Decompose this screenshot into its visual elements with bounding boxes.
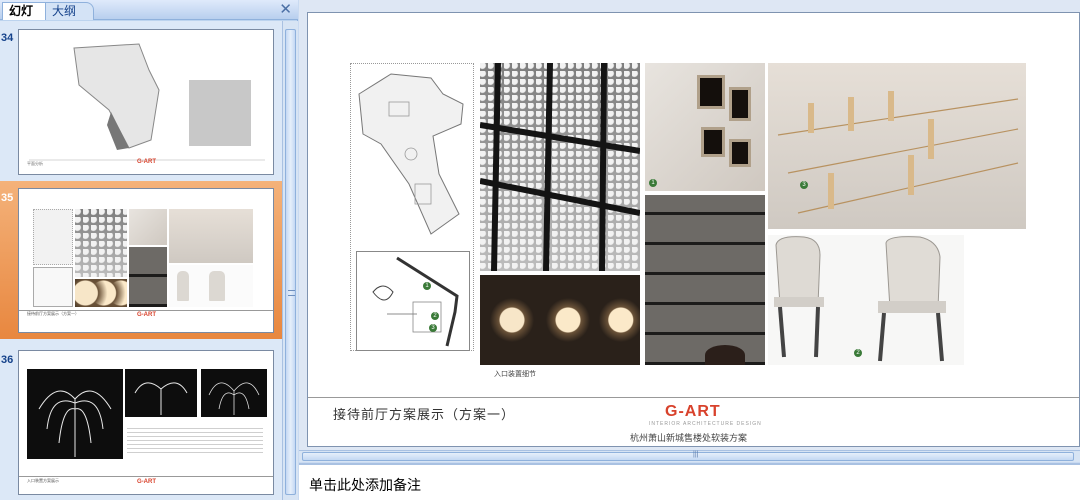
marker-badge: 3: [800, 181, 808, 189]
pendant-light-image[interactable]: 3: [768, 63, 1026, 229]
slide-thumbnail-34[interactable]: 平面分析 G-ART: [18, 29, 274, 175]
glass-bulbs-image[interactable]: [480, 275, 640, 365]
thumb-logo: G-ART: [137, 159, 156, 165]
framed-art-image: [129, 209, 167, 245]
bookshelf-image[interactable]: [645, 195, 765, 365]
chairs-image: [169, 265, 253, 307]
thumb-logo: G-ART: [137, 312, 156, 318]
slide-row-34[interactable]: 34 平面分析 G-ART: [0, 21, 282, 181]
legend-box: [189, 80, 251, 146]
tab-slides[interactable]: 幻灯片: [2, 2, 46, 35]
glass-wall-image: [75, 209, 127, 277]
slide-row-35[interactable]: 35 接待前厅方案展示（方案一） G-ART: [0, 181, 282, 339]
marker-badge: 1: [423, 282, 431, 290]
framed-art-image[interactable]: 1: [645, 63, 765, 191]
pane-tabbar: 幻灯片 大纲 ✕: [0, 0, 298, 35]
scroll-grip-icon: |||: [693, 451, 699, 458]
slide-thumbnail-35[interactable]: 接待前厅方案展示（方案一） G-ART: [18, 188, 274, 333]
slide-thumbnail-36[interactable]: 入口装置方案展示 G-ART: [18, 350, 274, 495]
slide-footer-text: 杭州萧山新城售楼处软装方案: [630, 433, 748, 443]
thumb-title: 入口装置方案展示: [27, 478, 59, 483]
arc-lights-image: [125, 369, 197, 417]
tree-installation-image: [27, 369, 123, 459]
shelves-image: [129, 247, 167, 307]
slide-title[interactable]: 接待前厅方案展示（方案一）: [333, 404, 515, 423]
notes-pane[interactable]: 单击此处添加备注: [299, 463, 1080, 500]
marker-badge: 2: [854, 349, 862, 357]
thumb-title: 接待前厅方案展示（方案一）: [27, 311, 79, 316]
close-icon[interactable]: ✕: [279, 1, 292, 18]
entrance-detail-drawing[interactable]: 1 2 3: [356, 251, 470, 351]
floorplan-image: [33, 209, 73, 265]
marker-badge: 3: [429, 324, 437, 332]
scroll-thumb[interactable]: [302, 452, 1074, 461]
thumbnail-list: 34 平面分析 G-ART 35 接待前厅方案展示（方案一） G-ART 36 …: [0, 21, 282, 500]
current-slide[interactable]: 1 2 3 1 入口装置细节 3 2 接待前厅方案展示（方案一） G-ART I…: [307, 12, 1080, 447]
slides-pane: 幻灯片 大纲 ✕ 34 平面分析 G-ART: [0, 0, 298, 500]
marker-badge: 1: [649, 179, 657, 187]
bulbs-image: [75, 279, 127, 307]
powerpoint-window: 幻灯片 大纲 ✕ 34 平面分析 G-ART: [0, 0, 1080, 500]
glass-wall-image[interactable]: [480, 63, 640, 271]
thumbnail-scrollbar[interactable]: [282, 21, 298, 500]
horizontal-scrollbar[interactable]: |||: [299, 450, 1080, 462]
tab-outline[interactable]: 大纲: [46, 2, 94, 20]
image-caption: 入口装置细节: [494, 371, 536, 378]
thumb-logo: G-ART: [137, 479, 156, 485]
marker-badge: 2: [431, 312, 439, 320]
floorplan-thumbnail: [29, 43, 265, 161]
slide-number: 35: [1, 192, 14, 204]
logo-subtitle: INTERIOR ARCHITECTURE DESIGN: [649, 421, 762, 427]
gart-logo: G-ART: [665, 403, 721, 420]
notes-placeholder[interactable]: 单击此处添加备注: [309, 475, 421, 495]
scroll-thumb[interactable]: [285, 29, 296, 495]
slide-footer-divider: [308, 397, 1079, 398]
thumb-title: 平面分析: [27, 161, 43, 166]
slide-number: 36: [1, 354, 14, 366]
detail-drawing-image: [33, 267, 73, 307]
pendant-light-image: [169, 209, 253, 263]
chairs-image[interactable]: 2: [768, 235, 964, 365]
tree-night-image: [201, 369, 267, 417]
description-text-block: [127, 425, 263, 455]
slide-row-36[interactable]: 36 入口装置方案展示 G-ART: [0, 339, 282, 500]
slide-number: 34: [1, 32, 14, 44]
slide-editing-area: 1 2 3 1 入口装置细节 3 2 接待前厅方案展示（方案一） G-ART I…: [299, 0, 1080, 460]
